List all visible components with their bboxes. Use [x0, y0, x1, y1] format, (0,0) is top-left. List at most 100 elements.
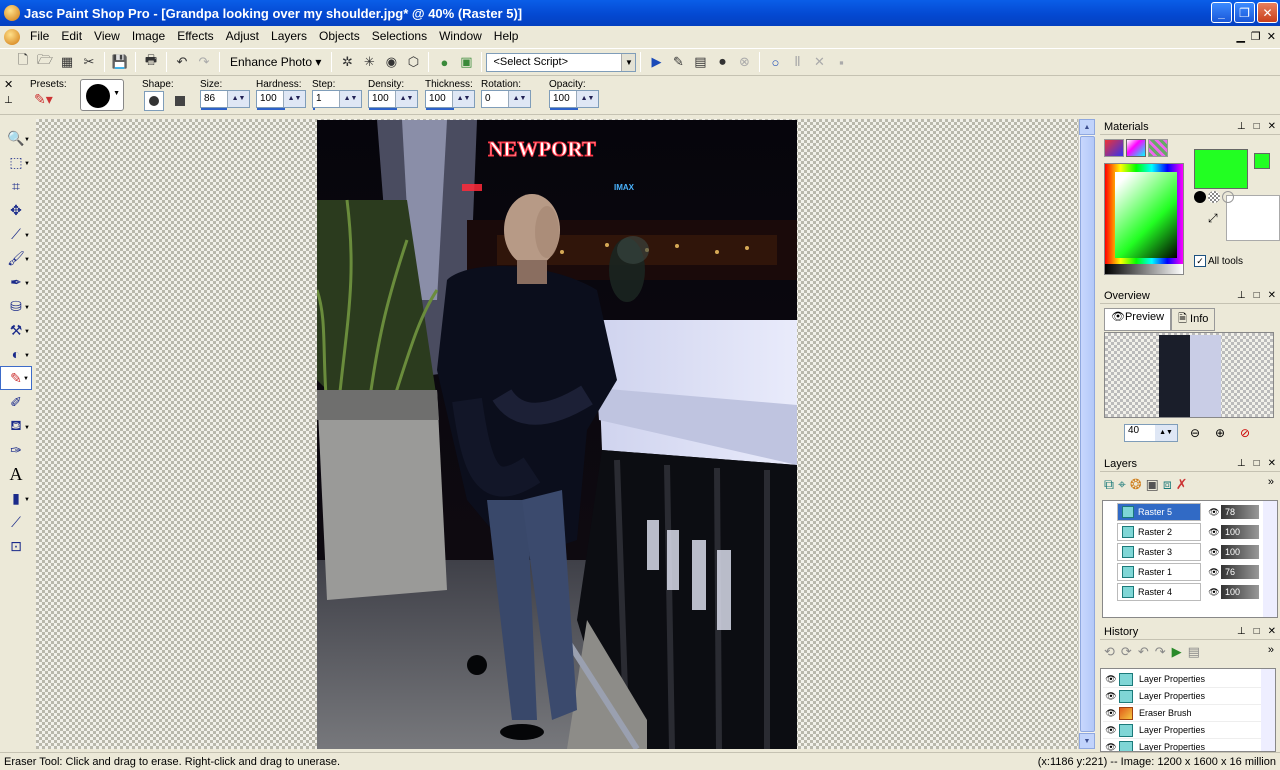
text-tool[interactable]: A — [0, 462, 32, 486]
scratch-remover-tool[interactable]: ⚒ ▼ — [0, 318, 32, 342]
visibility-eye-icon[interactable]: 👁 — [1207, 567, 1221, 578]
sharpen-icon[interactable]: ⬡ — [402, 51, 424, 73]
swap-colors-icon[interactable]: ⤢ — [1208, 211, 1218, 226]
swatches-tab-icon[interactable] — [1148, 139, 1168, 157]
minimize-button[interactable]: _ — [1211, 2, 1232, 23]
print-icon[interactable]: 🖶 — [140, 51, 162, 73]
layer-row[interactable]: Raster 3 — [1117, 543, 1201, 561]
layer-row[interactable]: Raster 1 — [1117, 563, 1201, 581]
redo-icon[interactable]: ↷ — [193, 51, 215, 73]
scroll-thumb[interactable] — [1080, 136, 1095, 732]
run-script-icon[interactable]: ▶ — [645, 51, 667, 73]
scroll-up-icon[interactable]: ▲ — [1079, 119, 1095, 135]
canvas-vertical-scrollbar[interactable]: ▲ ▼ — [1078, 119, 1095, 749]
redo-icon[interactable]: ↷ — [1155, 644, 1166, 660]
rainbow-tab-icon[interactable] — [1104, 139, 1124, 157]
layer-opacity[interactable]: 100 — [1221, 525, 1259, 539]
delete-layer-icon[interactable]: ✗ — [1176, 476, 1188, 493]
new-vector-layer-icon[interactable]: ⌖ — [1118, 476, 1126, 493]
opacity-spinner[interactable]: 100 ▲▼ — [549, 90, 599, 110]
hardness-spinner[interactable]: 100 ▲▼ — [256, 90, 306, 110]
maximize-icon[interactable]: □ — [1254, 458, 1260, 469]
photo-image[interactable]: NEWPORT IMAX — [317, 120, 797, 749]
close-icon[interactable]: ✕ — [1268, 290, 1276, 301]
tab-preview[interactable]: 👁Preview — [1104, 308, 1172, 331]
layer-new-icon[interactable]: ● — [433, 51, 455, 73]
crop-tool[interactable]: ⌗ — [0, 174, 32, 198]
open-icon[interactable]: 🗁 — [34, 51, 56, 73]
close-button[interactable]: ✕ — [1257, 2, 1278, 23]
quickscript-icon[interactable]: ▶ — [1172, 644, 1182, 660]
browse-icon[interactable]: ▦ — [56, 51, 78, 73]
menu-file[interactable]: File — [24, 26, 55, 47]
undo-selected-icon[interactable]: ⟲ — [1104, 644, 1115, 660]
more-icon[interactable]: » — [1268, 476, 1274, 488]
visibility-eye-icon[interactable]: 👁 — [1103, 725, 1119, 736]
save-recording-icon[interactable]: ▪ — [830, 51, 852, 73]
visibility-eye-icon[interactable]: 👁 — [1103, 674, 1119, 685]
save-script-icon[interactable]: ▤ — [1188, 644, 1200, 660]
step-spinner[interactable]: 1 ▲▼ — [312, 90, 362, 110]
density-spinner[interactable]: 100 ▲▼ — [368, 90, 418, 110]
pen-tool[interactable]: ✑ — [0, 438, 32, 462]
layer-opacity[interactable]: 76 — [1221, 565, 1259, 579]
chevron-down-icon[interactable]: ▼ — [621, 53, 636, 71]
zoom-out-icon[interactable]: ⊖ — [1190, 426, 1200, 440]
background-swatch[interactable] — [1226, 195, 1280, 241]
document-icon[interactable] — [4, 28, 20, 45]
color-picker[interactable] — [1104, 163, 1184, 275]
eraser-tool[interactable]: ✎ ▼ — [0, 366, 32, 390]
menu-view[interactable]: View — [88, 26, 126, 47]
maximize-icon[interactable]: □ — [1254, 626, 1260, 637]
image-canvas[interactable]: NEWPORT IMAX — [36, 119, 1078, 749]
texture-mode-icon[interactable] — [1208, 191, 1220, 203]
layer-opacity[interactable]: 100 — [1221, 585, 1259, 599]
one-step-fix-icon[interactable]: ✲ — [336, 51, 358, 73]
zoom-tool[interactable]: 🔍 ▼ — [0, 126, 32, 150]
menu-effects[interactable]: Effects — [171, 26, 219, 47]
menu-window[interactable]: Window — [433, 26, 488, 47]
red-eye-icon[interactable]: ◉ — [380, 51, 402, 73]
color-mode-icon[interactable] — [1194, 191, 1206, 203]
foreground-small-swatch[interactable] — [1254, 153, 1270, 169]
visibility-eye-icon[interactable]: 👁 — [1103, 742, 1119, 752]
menu-help[interactable]: Help — [488, 26, 525, 47]
menu-adjust[interactable]: Adjust — [220, 26, 265, 47]
more-icon[interactable]: » — [1268, 644, 1274, 656]
enhance-photo-button[interactable]: Enhance Photo ▾ — [224, 51, 327, 73]
layer-row[interactable]: Raster 4 — [1117, 583, 1201, 601]
layers-scrollbar[interactable] — [1263, 501, 1277, 617]
new-adjustment-layer-icon[interactable]: ❂ — [1130, 476, 1142, 493]
menu-edit[interactable]: Edit — [55, 26, 88, 47]
paint-brush-tool[interactable]: 🖌 ▼ — [0, 246, 32, 270]
record-script-icon[interactable]: ⏺ — [711, 51, 733, 73]
color-square[interactable] — [1115, 172, 1177, 258]
menu-image[interactable]: Image — [126, 26, 171, 47]
close-icon[interactable]: ✕ — [1268, 121, 1276, 132]
duplicate-layer-icon[interactable]: ⧈ — [1163, 476, 1172, 493]
layer-opacity[interactable]: 78 — [1221, 505, 1259, 519]
clone-brush-tool[interactable]: ⛁ ▼ — [0, 294, 32, 318]
mdi-minimize-icon[interactable]: ▁ — [1236, 30, 1244, 43]
warp-brush-tool[interactable]: ⟋ — [0, 510, 32, 534]
new-raster-layer-icon[interactable]: ⧉ — [1104, 476, 1114, 493]
history-item[interactable]: 👁 Layer Properties — [1103, 739, 1263, 752]
menu-selections[interactable]: Selections — [366, 26, 433, 47]
flood-fill-tool[interactable]: ⛾ ▼ — [0, 414, 32, 438]
layer-opacity-row[interactable]: 👁 100 — [1207, 543, 1263, 561]
scan-icon[interactable]: ✂ — [78, 51, 100, 73]
pin-icon[interactable]: ⊥ — [1237, 458, 1246, 469]
frame-tab-icon[interactable] — [1126, 139, 1146, 157]
dropper-tool[interactable]: ⟋ ▼ — [0, 222, 32, 246]
redo-selected-icon[interactable]: ⟳ — [1121, 644, 1132, 660]
scroll-down-icon[interactable]: ▼ — [1079, 733, 1095, 749]
script-window-icon[interactable]: ▤ — [689, 51, 711, 73]
close-palette-icon[interactable]: ✕ — [4, 78, 13, 91]
foreground-swatch[interactable] — [1194, 149, 1248, 189]
selection-tool[interactable]: ⬚ ▼ — [0, 150, 32, 174]
history-item[interactable]: 👁 Layer Properties — [1103, 688, 1263, 705]
size-spinner[interactable]: 86 ▲▼ — [200, 90, 250, 110]
mdi-close-icon[interactable]: ✕ — [1267, 30, 1276, 43]
visibility-eye-icon[interactable]: 👁 — [1103, 708, 1119, 719]
layer-opacity-row[interactable]: 👁 100 — [1207, 523, 1263, 541]
